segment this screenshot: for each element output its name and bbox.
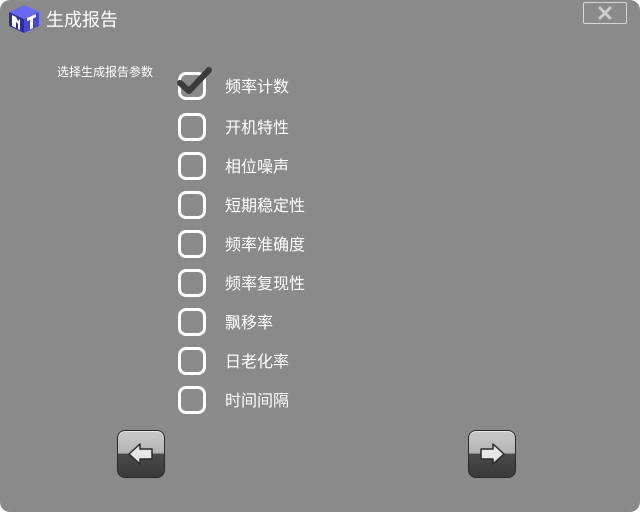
option-label: 频率计数 bbox=[225, 77, 290, 96]
checkbox[interactable] bbox=[178, 347, 206, 375]
option-startup-characteristic[interactable]: 开机特性 bbox=[176, 113, 476, 143]
option-label: 时间间隔 bbox=[225, 391, 290, 410]
option-daily-aging-rate[interactable]: 日老化率 bbox=[176, 347, 476, 377]
window-title: 生成报告 bbox=[46, 10, 118, 31]
title-bar: 生成报告 bbox=[0, 0, 640, 40]
checkbox[interactable] bbox=[178, 152, 206, 180]
option-label: 日老化率 bbox=[225, 352, 290, 371]
checkbox[interactable] bbox=[178, 386, 206, 414]
option-label: 开机特性 bbox=[225, 118, 290, 137]
back-button[interactable] bbox=[117, 430, 165, 478]
option-label: 短期稳定性 bbox=[225, 196, 306, 215]
params-heading: 选择生成报告参数 bbox=[57, 65, 154, 79]
arrow-left-icon bbox=[128, 443, 153, 465]
close-button[interactable] bbox=[583, 2, 627, 24]
option-phase-noise[interactable]: 相位噪声 bbox=[176, 152, 476, 182]
option-label: 频率复现性 bbox=[225, 274, 306, 293]
checkmark-icon bbox=[177, 67, 212, 94]
option-time-interval[interactable]: 时间间隔 bbox=[176, 386, 476, 416]
checkbox[interactable] bbox=[178, 269, 206, 297]
option-frequency-reproducibility[interactable]: 频率复现性 bbox=[176, 269, 476, 299]
option-label: 飘移率 bbox=[225, 313, 274, 332]
option-frequency-accuracy[interactable]: 频率准确度 bbox=[176, 230, 476, 260]
option-drift-rate[interactable]: 飘移率 bbox=[176, 308, 476, 338]
option-label: 频率准确度 bbox=[225, 235, 306, 254]
close-x-icon bbox=[598, 6, 612, 20]
checkbox[interactable] bbox=[178, 230, 206, 258]
next-button[interactable] bbox=[468, 430, 516, 478]
option-label: 相位噪声 bbox=[225, 157, 290, 176]
report-dialog: 生成报告 选择生成报告参数 频率计数 开机特性 相位噪声 短期稳定性 频率准确度… bbox=[0, 0, 640, 512]
option-frequency-count[interactable]: 频率计数 bbox=[176, 67, 476, 102]
cube-logo-icon bbox=[9, 5, 39, 33]
option-short-term-stability[interactable]: 短期稳定性 bbox=[176, 191, 476, 221]
checkbox[interactable] bbox=[178, 308, 206, 336]
checkbox[interactable] bbox=[178, 113, 206, 141]
checkbox[interactable] bbox=[178, 191, 206, 219]
arrow-right-icon bbox=[480, 443, 505, 465]
